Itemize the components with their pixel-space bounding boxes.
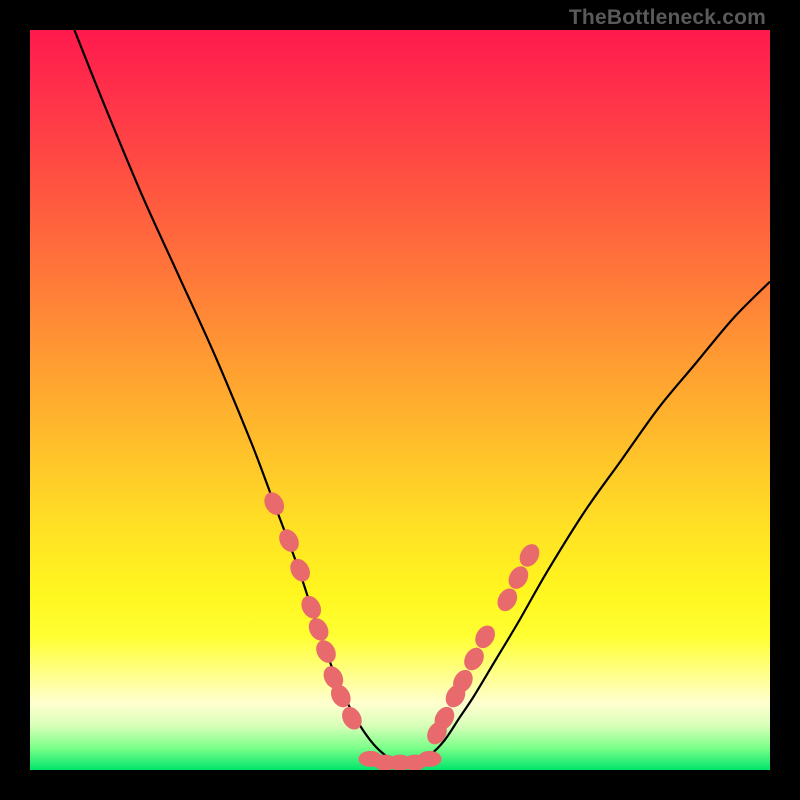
curve-marker [297,592,325,622]
curve-markers-flat [358,751,441,770]
bottleneck-curve [30,30,770,770]
curve-marker [305,615,333,645]
curve-marker [505,563,533,593]
curve-marker [286,555,314,585]
curve-marker [312,637,340,667]
curve-markers-right [423,541,543,748]
curve-marker [460,644,488,674]
curve-marker [418,751,442,767]
curve-marker [260,489,288,519]
curve-marker [275,526,303,556]
plot-area [30,30,770,770]
curve-markers-left [260,489,365,733]
curve-marker [494,585,522,615]
curve-marker [516,541,544,571]
chart-frame: TheBottleneck.com [0,0,800,800]
watermark-text: TheBottleneck.com [569,6,766,30]
curve-marker [471,622,499,652]
